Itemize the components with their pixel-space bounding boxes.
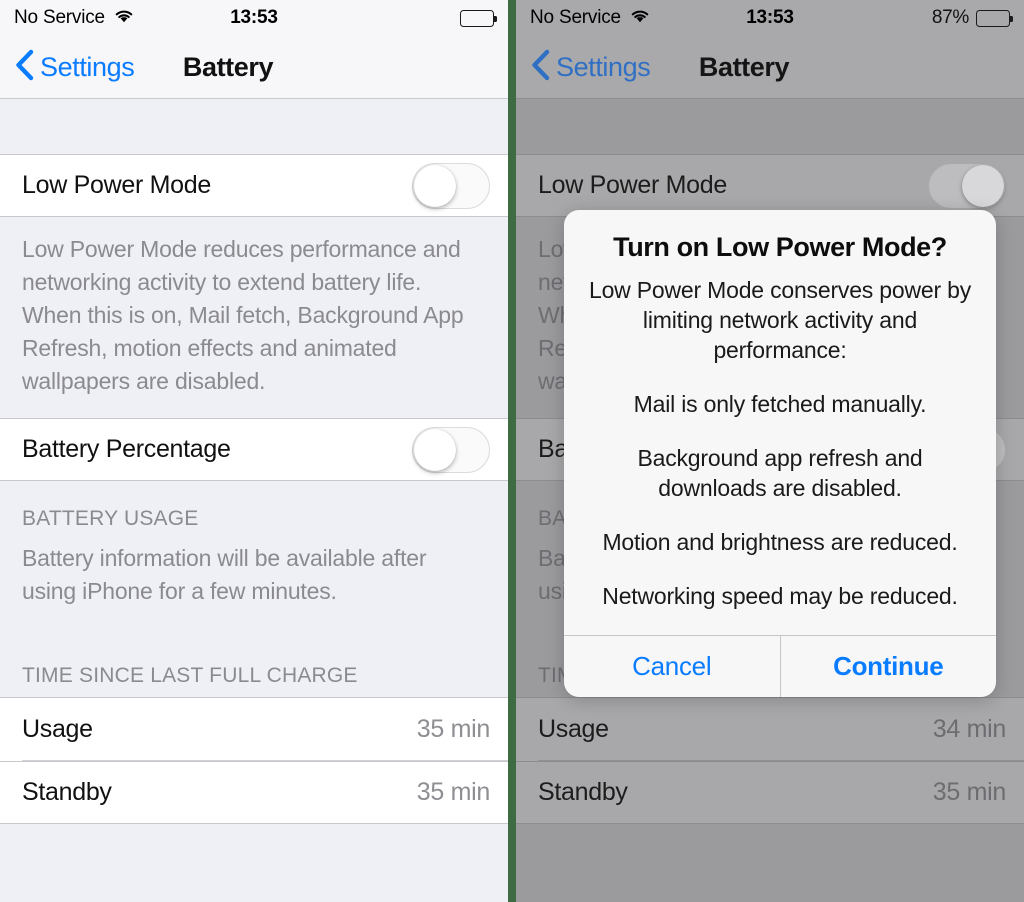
wifi-icon (629, 8, 651, 29)
iphone-screen-before: No Service 13:53 Settings Battery Low Po… (0, 0, 508, 902)
dialog-detail-line: Networking speed may be reduced. (602, 583, 958, 609)
dialog-title: Turn on Low Power Mode? (613, 232, 947, 262)
row-label: Low Power Mode (538, 171, 727, 199)
continue-button[interactable]: Continue (779, 636, 997, 697)
toggle-knob (414, 428, 456, 471)
dual-screenshot-stage: No Service 13:53 Settings Battery Low Po… (0, 0, 1024, 902)
battery-usage-description: Battery information will be available af… (0, 540, 508, 638)
chevron-left-icon (530, 49, 550, 86)
status-bar-left: No Service (14, 7, 135, 29)
row-label: Low Power Mode (22, 171, 211, 199)
back-button-label: Settings (556, 51, 651, 82)
row-low-power-mode[interactable]: Low Power Mode (516, 154, 1024, 217)
row-value: 35 min (416, 778, 491, 806)
row-label: Standby (538, 778, 628, 806)
dialog-detail-line: Background app refresh and downloads are… (637, 445, 923, 501)
row-standby[interactable]: Standby 35 min (516, 761, 1024, 824)
low-power-mode-toggle[interactable] (928, 162, 1006, 209)
dialog-detail-line: Mail is only fetched manually. (633, 391, 927, 417)
back-button[interactable]: Settings (14, 49, 135, 86)
row-value: 35 min (932, 778, 1007, 806)
row-low-power-mode[interactable]: Low Power Mode (0, 154, 508, 217)
row-usage[interactable]: Usage 34 min (516, 697, 1024, 760)
settings-content: Low Power Mode Low Power Mode reduces pe… (0, 99, 508, 902)
low-power-mode-confirm-dialog: Turn on Low Power Mode? Low Power Mode c… (564, 210, 996, 697)
status-bar: No Service 13:53 (0, 0, 508, 36)
navigation-bar: Settings Battery (516, 36, 1024, 99)
battery-low-power-icon (976, 9, 1013, 27)
low-power-mode-description: Low Power Mode reduces performance and n… (0, 217, 508, 418)
row-value: 35 min (416, 714, 491, 743)
dialog-body: Turn on Low Power Mode? Low Power Mode c… (564, 210, 996, 635)
toggle-knob (962, 164, 1004, 207)
chevron-left-icon (14, 49, 34, 86)
dialog-actions: Cancel Continue (564, 635, 996, 697)
row-label: Usage (22, 714, 93, 743)
row-label: Standby (22, 778, 112, 806)
row-label: Battery Percentage (22, 435, 231, 463)
panel-divider (508, 0, 516, 902)
low-power-mode-toggle[interactable] (412, 162, 490, 209)
status-bar-right (453, 9, 497, 27)
back-button[interactable]: Settings (530, 49, 651, 86)
status-bar-right: 87% (931, 7, 1013, 29)
row-standby[interactable]: Standby 35 min (0, 761, 508, 824)
carrier-label: No Service (530, 7, 621, 28)
wifi-icon (113, 8, 135, 29)
status-bar: No Service 13:53 87% (516, 0, 1024, 36)
top-spacer (516, 99, 1024, 154)
toggle-knob (414, 164, 456, 207)
row-label: Usage (538, 714, 609, 743)
cancel-button[interactable]: Cancel (564, 636, 780, 697)
time-since-last-full-charge-header: TIME SINCE LAST FULL CHARGE (0, 638, 508, 697)
carrier-label: No Service (14, 7, 105, 28)
battery-usage-header: BATTERY USAGE (0, 481, 508, 540)
row-battery-percentage[interactable]: Battery Percentage (0, 418, 508, 481)
battery-percentage-toggle[interactable] (412, 426, 490, 473)
battery-percent-label: 87% (931, 7, 969, 28)
back-button-label: Settings (40, 51, 135, 82)
navigation-bar: Settings Battery (0, 36, 508, 99)
dialog-detail-line: Motion and brightness are reduced. (602, 529, 958, 555)
battery-full-icon (460, 9, 497, 27)
dialog-intro-text: Low Power Mode conserves power by limiti… (588, 277, 972, 363)
top-spacer (0, 99, 508, 154)
iphone-screen-after: No Service 13:53 87% Settings Battery Lo… (516, 0, 1024, 902)
row-usage[interactable]: Usage 35 min (0, 697, 508, 760)
status-bar-left: No Service (530, 7, 651, 29)
row-value: 34 min (932, 714, 1007, 743)
